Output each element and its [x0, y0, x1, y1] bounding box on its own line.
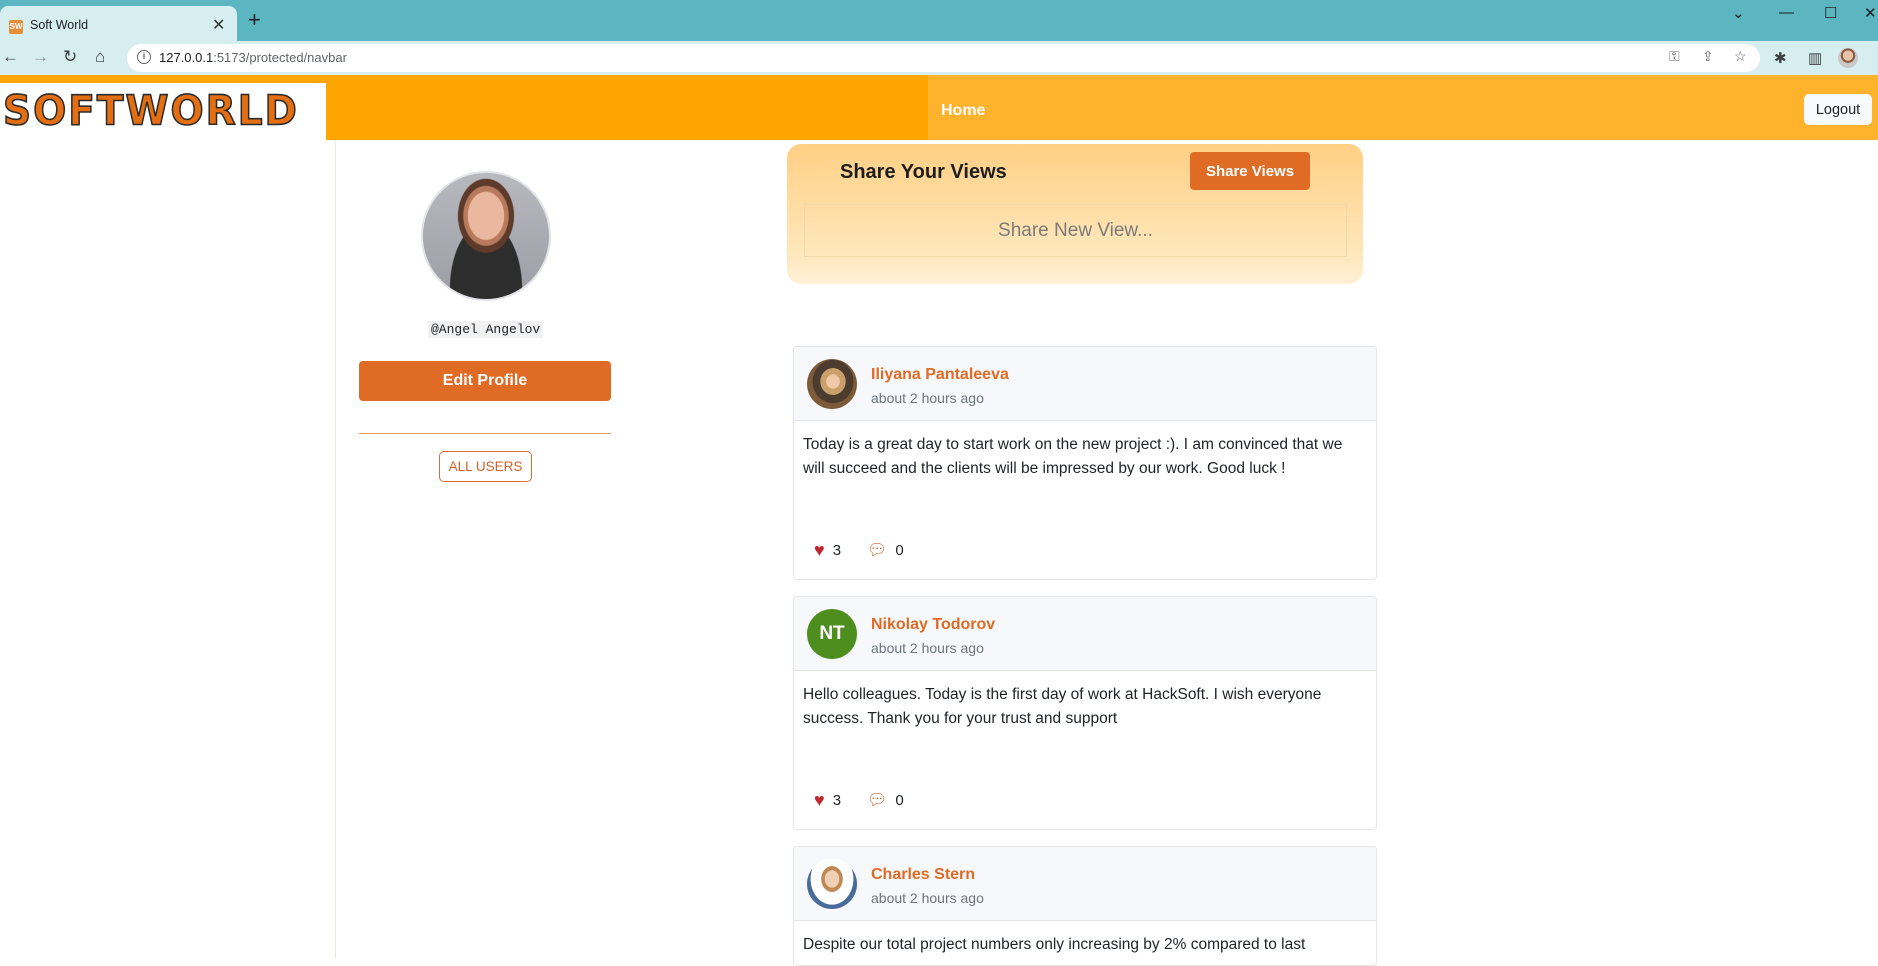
comment-count: 0: [895, 792, 904, 809]
close-window-icon[interactable]: ✕: [1864, 4, 1877, 22]
post-card: Charles Stern about 2 hours ago Despite …: [793, 846, 1377, 966]
post-actions: ♥ 3 💬︎ 0: [814, 790, 930, 811]
share-views-card: Share Your Views Share Views: [787, 144, 1363, 284]
all-users-button[interactable]: ALL USERS: [439, 451, 532, 482]
post-author[interactable]: Iliyana Pantaleeva: [871, 366, 1009, 384]
post-header: NT Nikolay Todorov about 2 hours ago: [794, 597, 1376, 671]
author-avatar[interactable]: [807, 859, 857, 909]
address-bar[interactable]: i 127.0.0.1:5173/protected/navbar ⚿ ⇪ ☆: [127, 44, 1760, 72]
heart-icon[interactable]: ♥: [814, 540, 825, 560]
browser-toolbar: ← → ↻ ⌂ i 127.0.0.1:5173/protected/navba…: [0, 41, 1878, 75]
browser-tab[interactable]: SW Soft World ✕: [0, 6, 237, 41]
post-actions: ♥ 3 💬︎ 0: [814, 540, 930, 561]
info-icon[interactable]: i: [137, 50, 151, 64]
sidebar-divider: [335, 140, 336, 958]
home-icon[interactable]: ⌂: [95, 47, 105, 67]
key-icon[interactable]: ⚿: [1669, 48, 1680, 65]
forward-icon[interactable]: →: [32, 47, 49, 67]
post-time: about 2 hours ago: [871, 640, 984, 656]
like-count: 3: [832, 542, 842, 559]
favicon-icon: SW: [9, 20, 23, 34]
tab-title: Soft World: [30, 18, 89, 32]
profile-username: @Angel Angelov: [428, 321, 544, 338]
post-author[interactable]: Nikolay Todorov: [871, 616, 995, 634]
post-card: NT Nikolay Todorov about 2 hours ago Hel…: [793, 596, 1377, 830]
post-text: Despite our total project numbers only i…: [803, 936, 1306, 953]
edit-profile-button[interactable]: Edit Profile: [359, 361, 611, 401]
profile-avatar: [421, 171, 551, 301]
post-author[interactable]: Charles Stern: [871, 866, 975, 884]
author-avatar[interactable]: [807, 359, 857, 409]
nav-home-link[interactable]: Home: [941, 102, 985, 120]
close-tab-icon[interactable]: ✕: [212, 15, 225, 35]
share-views-title: Share Your Views: [840, 161, 1007, 183]
extensions-icon[interactable]: ✱: [1774, 49, 1787, 67]
chevron-down-icon[interactable]: ⌄: [1732, 4, 1745, 22]
like-count: 3: [832, 792, 842, 809]
share-icon[interactable]: ⇪: [1702, 48, 1714, 65]
new-tab-icon[interactable]: +: [248, 7, 261, 33]
back-icon[interactable]: ←: [2, 47, 19, 67]
post-card: Iliyana Pantaleeva about 2 hours ago Tod…: [793, 346, 1377, 580]
profile-separator: [359, 433, 611, 434]
minimize-icon[interactable]: —: [1779, 4, 1794, 21]
post-text: Today is a great day to start work on th…: [803, 436, 1343, 477]
share-views-button[interactable]: Share Views: [1190, 152, 1310, 190]
profile-avatar-icon[interactable]: [1838, 48, 1858, 68]
logout-button[interactable]: Logout: [1804, 94, 1872, 125]
softworld-logo[interactable]: SOFTWORLD: [0, 83, 326, 140]
maximize-icon[interactable]: ☐: [1824, 4, 1837, 22]
heart-icon[interactable]: ♥: [814, 790, 825, 810]
app-navbar: SOFTWORLD Home Logout: [0, 75, 1878, 140]
post-header: Iliyana Pantaleeva about 2 hours ago: [794, 347, 1376, 421]
share-view-input[interactable]: [804, 204, 1347, 257]
post-header: Charles Stern about 2 hours ago: [794, 847, 1376, 921]
logo-text: SOFTWORLD: [2, 87, 299, 136]
author-initials-avatar[interactable]: NT: [807, 609, 857, 659]
comment-count: 0: [895, 542, 904, 559]
reload-icon[interactable]: ↻: [63, 47, 77, 67]
post-time: about 2 hours ago: [871, 890, 984, 906]
post-time: about 2 hours ago: [871, 390, 984, 406]
comment-icon[interactable]: 💬︎: [867, 542, 887, 559]
star-icon[interactable]: ☆: [1734, 48, 1747, 65]
side-panel-icon[interactable]: ▥: [1808, 49, 1822, 67]
browser-tabstrip: SW Soft World ✕ + ⌄ — ☐ ✕: [0, 0, 1878, 41]
url-text: 127.0.0.1:5173/protected/navbar: [159, 50, 347, 65]
navbar-right-section: [928, 75, 1878, 140]
post-text: Hello colleagues. Today is the first day…: [803, 686, 1322, 727]
comment-icon[interactable]: 💬︎: [867, 792, 887, 809]
